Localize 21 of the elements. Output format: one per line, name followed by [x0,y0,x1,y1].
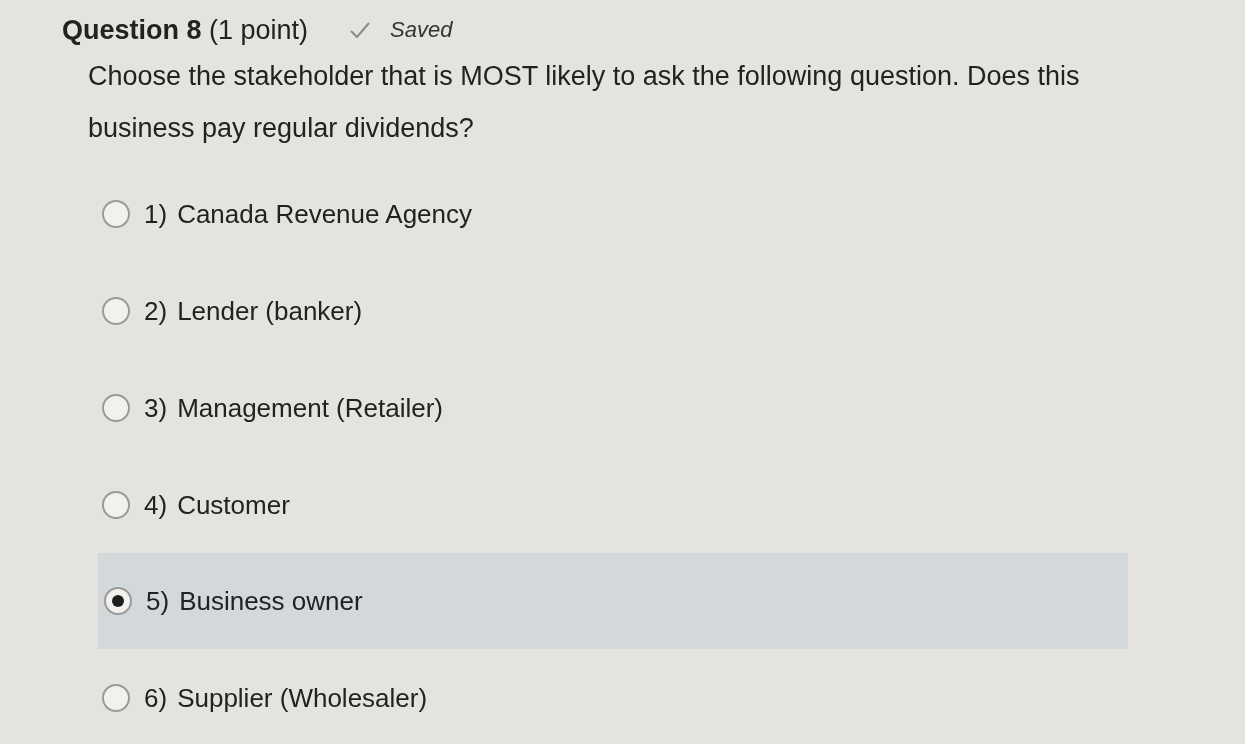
option-label[interactable]: Management (Retailer) [177,391,443,424]
option-number: 4) [144,488,168,521]
option-number: 5) [146,585,170,617]
option-label[interactable]: Business owner [179,585,363,617]
radio-button[interactable] [104,587,132,615]
radio-button[interactable] [102,199,130,228]
option-label[interactable]: Lender (banker) [177,294,363,327]
radio-button[interactable] [102,683,130,712]
option-number: 6) [144,681,168,714]
radio-button[interactable] [102,393,130,422]
radio-button[interactable] [102,296,130,325]
question-text: Choose the stakeholder that is MOST likely to ask the following question. Does this business pay regular dividends? [88,60,1081,145]
option-number: 1) [144,197,168,230]
option-label[interactable]: Customer [177,488,290,521]
question-title: Question 8 (1 point) [62,14,309,46]
radio-button[interactable] [102,490,130,519]
saved-status: Saved [390,16,453,44]
option-label[interactable]: Canada Revenue Agency [177,197,472,230]
option-label[interactable]: Supplier (Wholesaler) [177,681,428,714]
option-number: 2) [144,294,168,327]
option-number: 3) [144,391,168,424]
